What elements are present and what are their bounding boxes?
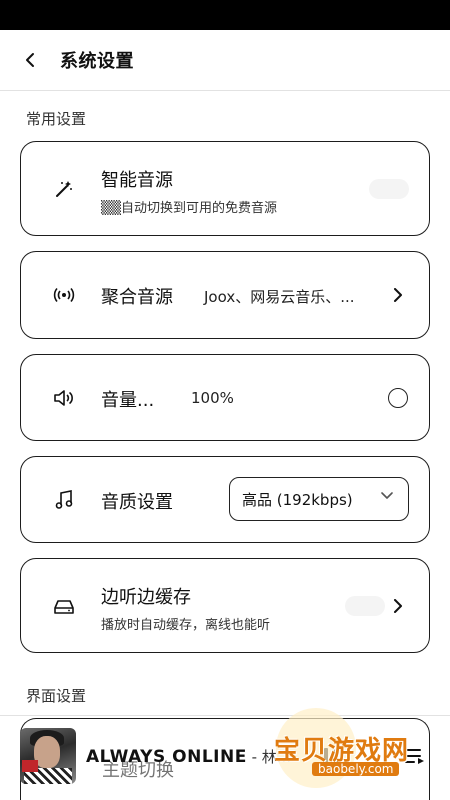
track-title: ALWAYS ONLINE [86,747,247,767]
cache-toggle[interactable] [345,596,385,616]
watermark-url: baobely.com [312,762,400,776]
aggregate-source-value: Joox、网易云音乐、... [204,288,355,306]
smart-source-toggle[interactable] [369,179,409,199]
chevron-left-icon [26,53,34,67]
speaker-icon [53,387,75,409]
smart-source-title: 智能音源 [101,170,173,191]
aggregate-source-title: 聚合音源 [101,287,173,308]
quality-dropdown[interactable]: 高品 (192kbps) [229,477,409,521]
chevron-right-icon [394,288,402,302]
section-label-interface: 界面设置 [26,687,87,705]
volume-value: 100% [191,389,234,407]
status-bar [0,0,450,30]
album-art [20,728,76,784]
hard-drive-icon [53,596,75,618]
chevron-down-icon [381,492,393,499]
cache-card[interactable]: 边听边缓存 播放时自动缓存，离线也能听 [20,558,430,653]
volume-slider-thumb[interactable] [388,388,408,408]
volume-card[interactable]: 音量... 100% [20,354,430,441]
magic-wand-icon [53,178,75,200]
quality-title: 音质设置 [101,492,173,513]
smart-source-subtitle: ▒▒自动切换到可用的免费音源 [101,201,277,216]
page-title: 系统设置 [60,51,134,72]
volume-title: 音量... [101,390,155,411]
music-note-icon [53,489,75,511]
cache-title: 边听边缓存 [101,587,191,608]
watermark: 宝贝游戏网 baobely.com [270,700,450,790]
now-playing: ALWAYS ONLINE - 林... [86,746,291,767]
cache-subtitle: 播放时自动缓存，离线也能听 [101,618,271,633]
quality-selected: 高品 (192kbps) [242,490,353,509]
smart-source-card[interactable]: 智能音源 ▒▒自动切换到可用的免费音源 [20,141,430,236]
aggregate-source-card[interactable]: 聚合音源 Joox、网易云音乐、... [20,251,430,339]
quality-card: 音质设置 高品 (192kbps) [20,456,430,543]
app-bar: 系统设置 [0,30,450,90]
chevron-right-icon [394,599,402,613]
header-divider [0,90,450,91]
back-button[interactable] [0,30,60,90]
section-label-common: 常用设置 [26,110,87,128]
broadcast-icon [53,284,75,306]
